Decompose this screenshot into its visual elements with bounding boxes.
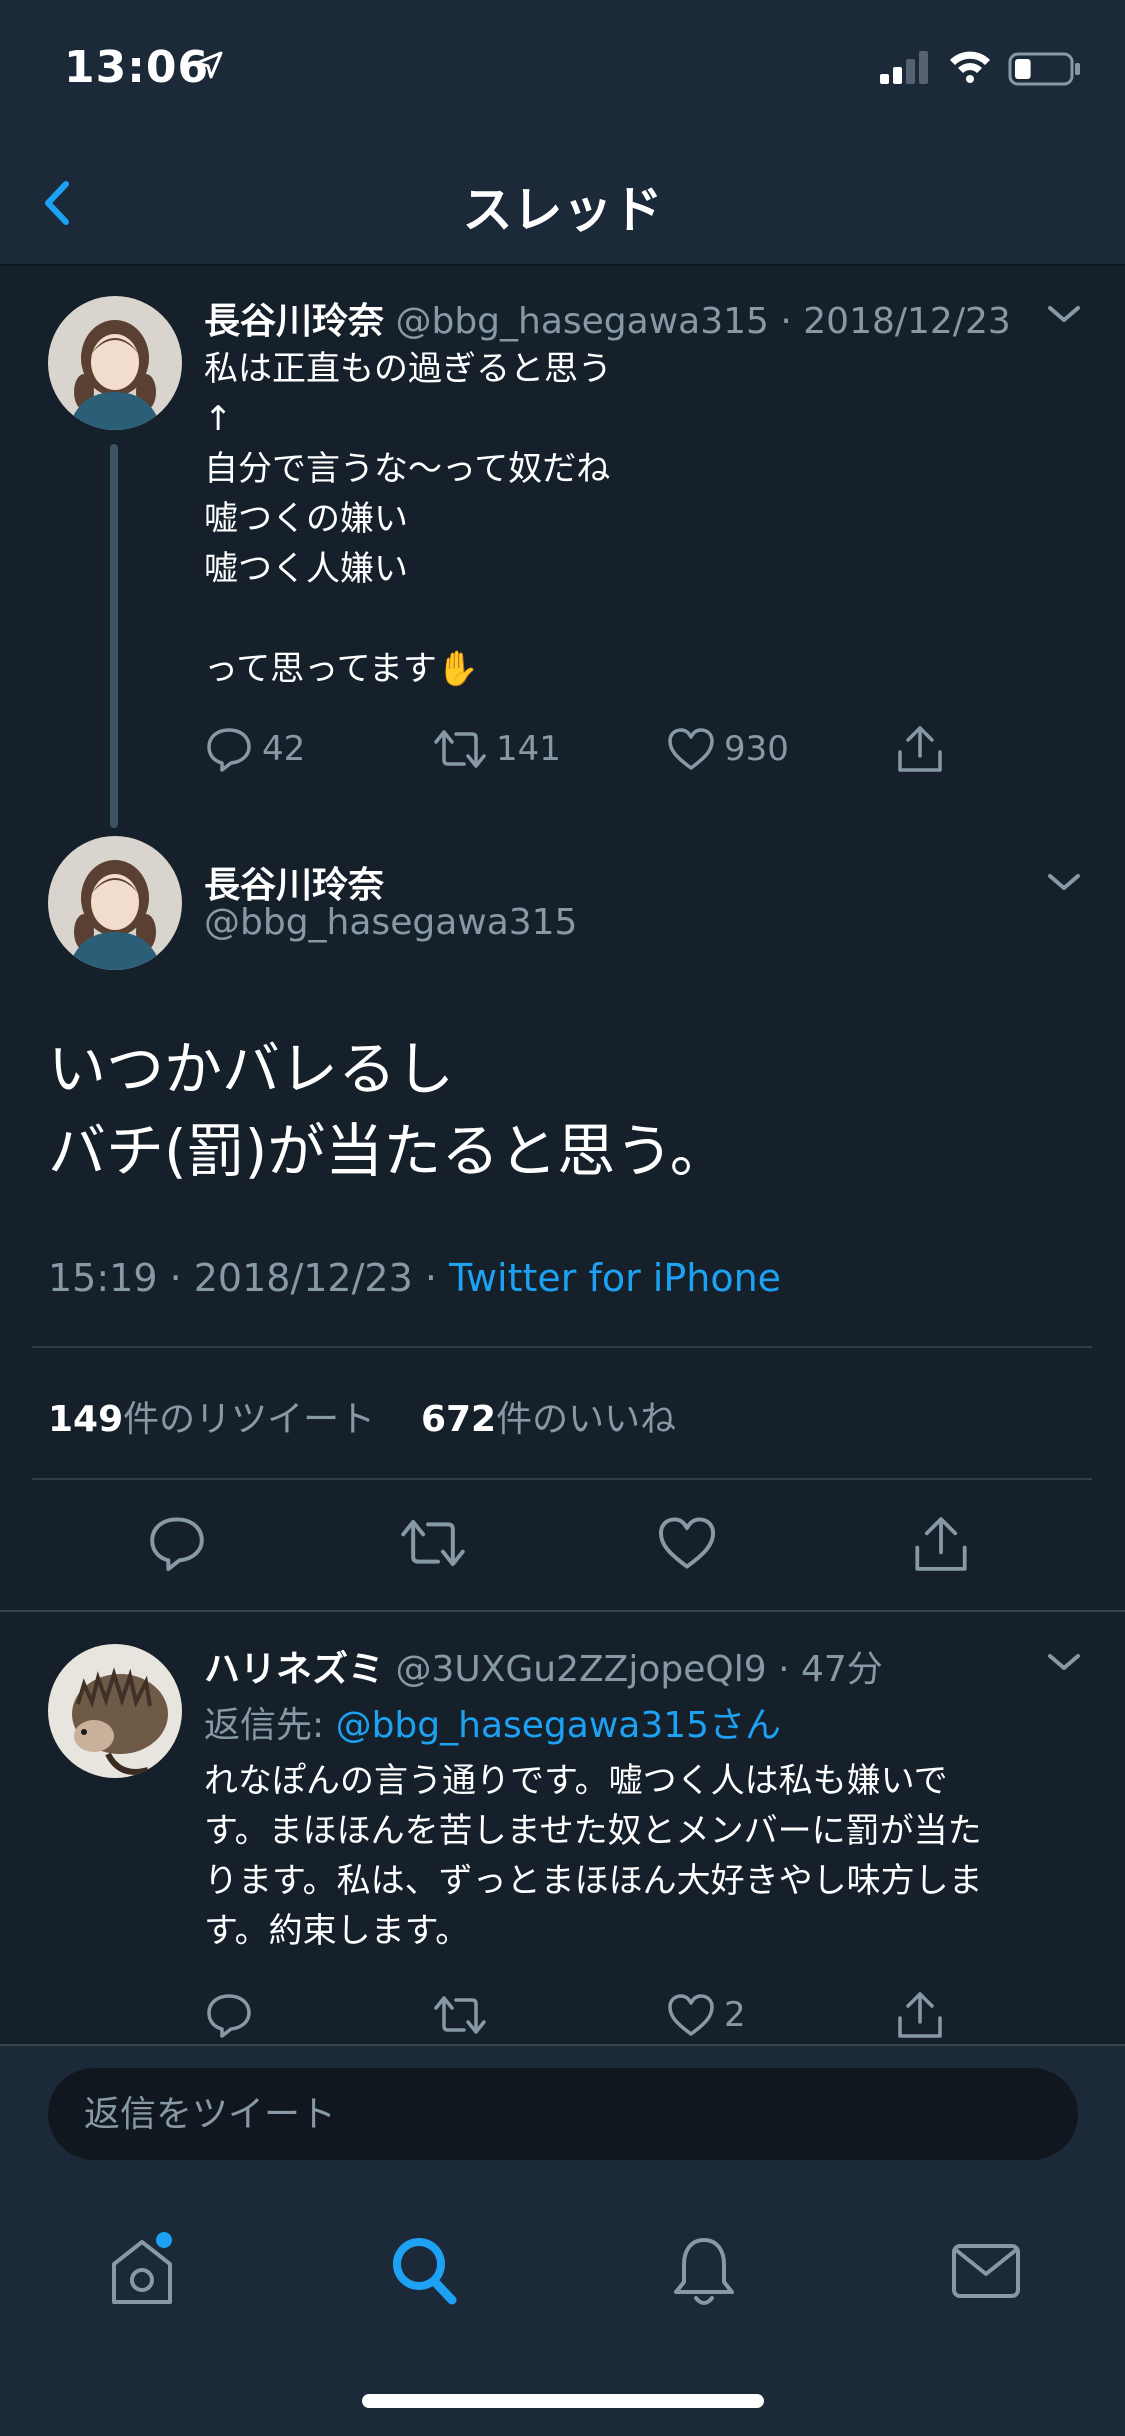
battery-icon	[1008, 52, 1080, 86]
timestamp-text: 15:19 · 2018/12/23 ·	[48, 1256, 450, 1300]
tweet-timestamp: 15:19 · 2018/12/23 · Twitter for iPhone	[48, 1256, 781, 1300]
like-count: 930	[724, 729, 789, 769]
bell-icon[interactable]	[666, 2230, 742, 2310]
tweet-line: いつかバレるし	[48, 1035, 455, 1103]
tweet-text: 私は正直もの過ぎると思う ↑ 自分で言うな〜って奴だね 嘘つくの嫌い 嘘つく人嫌…	[204, 344, 612, 694]
like-stat[interactable]: 672件のいいね	[421, 1399, 676, 1440]
heart-icon[interactable]	[656, 1512, 718, 1574]
page-title: スレッド	[462, 181, 663, 239]
source-link[interactable]: Twitter for iPhone	[449, 1256, 781, 1300]
reply-button[interactable]: 42	[204, 724, 305, 774]
screen: 13:06 スレッド 長谷川玲奈 @bbg_hasegawa315 · 2018…	[0, 0, 1125, 2436]
like-stat-label: 件のいいね	[496, 1399, 677, 1440]
tweet-line: ります。私は、ずっとまほほん大好きやし味方しま	[204, 1861, 983, 1901]
author-handle[interactable]: @3UXGu2ZZjopeQl9	[395, 1649, 766, 1690]
tweet-line: 嘘つく人嫌い	[204, 549, 408, 589]
avatar[interactable]	[48, 296, 182, 430]
tweet-line: バチ(罰)が当たると思う。	[48, 1117, 728, 1185]
status-time: 13:06	[64, 42, 210, 93]
avatar[interactable]	[48, 836, 182, 970]
retweet-icon[interactable]	[432, 1990, 488, 2040]
reply-icon[interactable]	[204, 1990, 254, 2040]
reply-count: 42	[262, 729, 306, 769]
share-icon[interactable]	[910, 1512, 972, 1576]
reply-to-label: 返信先:	[204, 1705, 336, 1746]
tweet-line: 嘘つくの嫌い	[204, 499, 408, 539]
thread-connector-line	[110, 444, 118, 828]
like-button[interactable]: 930	[666, 724, 789, 774]
retweet-stat-label: 件のリツイート	[123, 1399, 376, 1440]
author-name[interactable]: 長谷川玲奈	[204, 301, 384, 342]
reply-to-line: 返信先: @bbg_hasegawa315さん	[204, 1696, 781, 1748]
chevron-down-icon[interactable]	[1044, 300, 1084, 328]
tweet-text: れなぽんの言う通りです。嘘つく人は私も嫌いで す。まほほんを苦しませた奴とメンバ…	[204, 1756, 983, 1956]
retweet-stat-count: 149	[48, 1399, 124, 1440]
like-button[interactable]: 2	[666, 1990, 746, 2040]
tweet-line: す。まほほんを苦しませた奴とメンバーに罰が当た	[204, 1811, 982, 1851]
tweet-time: · 47分	[778, 1649, 883, 1690]
nav-header: スレッド	[0, 140, 1125, 266]
section-separator	[0, 1610, 1125, 1612]
retweet-stat[interactable]: 149件のリツイート	[48, 1399, 375, 1440]
avatar[interactable]	[48, 1644, 182, 1778]
author-name[interactable]: 長谷川玲奈	[204, 856, 384, 908]
tweet-line: 自分で言うな〜って奴だね	[204, 449, 611, 489]
author-handle[interactable]: @bbg_hasegawa315	[395, 301, 768, 342]
tweet-header: ハリネズミ @3UXGu2ZZjopeQl9 · 47分	[204, 1640, 883, 1692]
author-name-text: 長谷川玲奈	[204, 865, 385, 906]
author-name[interactable]: ハリネズミ	[204, 1649, 384, 1690]
author-handle[interactable]: @bbg_hasegawa315	[204, 902, 577, 943]
tweet-line: って思ってます✋	[204, 649, 480, 689]
divider	[32, 1346, 1092, 1348]
tweet-line: す。約束します。	[204, 1911, 470, 1951]
reply-composer	[0, 2044, 1125, 2174]
engagement-stats: 149件のリツイート 672件のいいね	[48, 1390, 676, 1442]
mail-icon[interactable]	[948, 2230, 1024, 2310]
search-icon[interactable]	[386, 2230, 462, 2310]
home-icon[interactable]	[104, 2230, 180, 2310]
retweet-button[interactable]: 141	[432, 724, 561, 774]
home-indicator[interactable]	[362, 2394, 764, 2408]
location-arrow-icon	[195, 51, 223, 79]
retweet-count: 141	[496, 729, 561, 769]
share-icon[interactable]	[894, 1988, 946, 2042]
like-stat-count: 672	[420, 1399, 497, 1440]
share-icon[interactable]	[894, 722, 946, 776]
tweet-line: ↑	[204, 399, 233, 439]
cellular-signal-icon	[880, 51, 928, 84]
retweet-icon	[434, 730, 486, 768]
reply-icon[interactable]	[146, 1512, 208, 1574]
divider	[32, 1478, 1092, 1480]
reply-input[interactable]	[48, 2068, 1078, 2160]
retweet-icon[interactable]	[398, 1512, 468, 1574]
wifi-icon	[950, 51, 990, 83]
chevron-down-icon[interactable]	[1044, 1648, 1084, 1676]
heart-icon	[668, 728, 714, 770]
tweet-date: · 2018/12/23	[780, 301, 1011, 342]
tweet-line	[204, 594, 612, 644]
status-bar: 13:06	[0, 0, 1125, 140]
reply-to-handle-link[interactable]: @bbg_hasegawa315さん	[336, 1705, 781, 1746]
like-count: 2	[724, 1995, 746, 2035]
tweet-header: 長谷川玲奈 @bbg_hasegawa315 · 2018/12/23	[204, 292, 1011, 344]
tweet-line: 私は正直もの過ぎると思う	[204, 349, 612, 389]
tweet-text-large: いつかバレるし バチ(罰)が当たると思う。	[48, 1028, 728, 1192]
heart-icon	[668, 1994, 714, 2036]
tweet-line: れなぽんの言う通りです。嘘つく人は私も嫌いで	[204, 1761, 948, 1801]
chevron-down-icon[interactable]	[1044, 868, 1084, 896]
reply-icon	[207, 728, 251, 772]
